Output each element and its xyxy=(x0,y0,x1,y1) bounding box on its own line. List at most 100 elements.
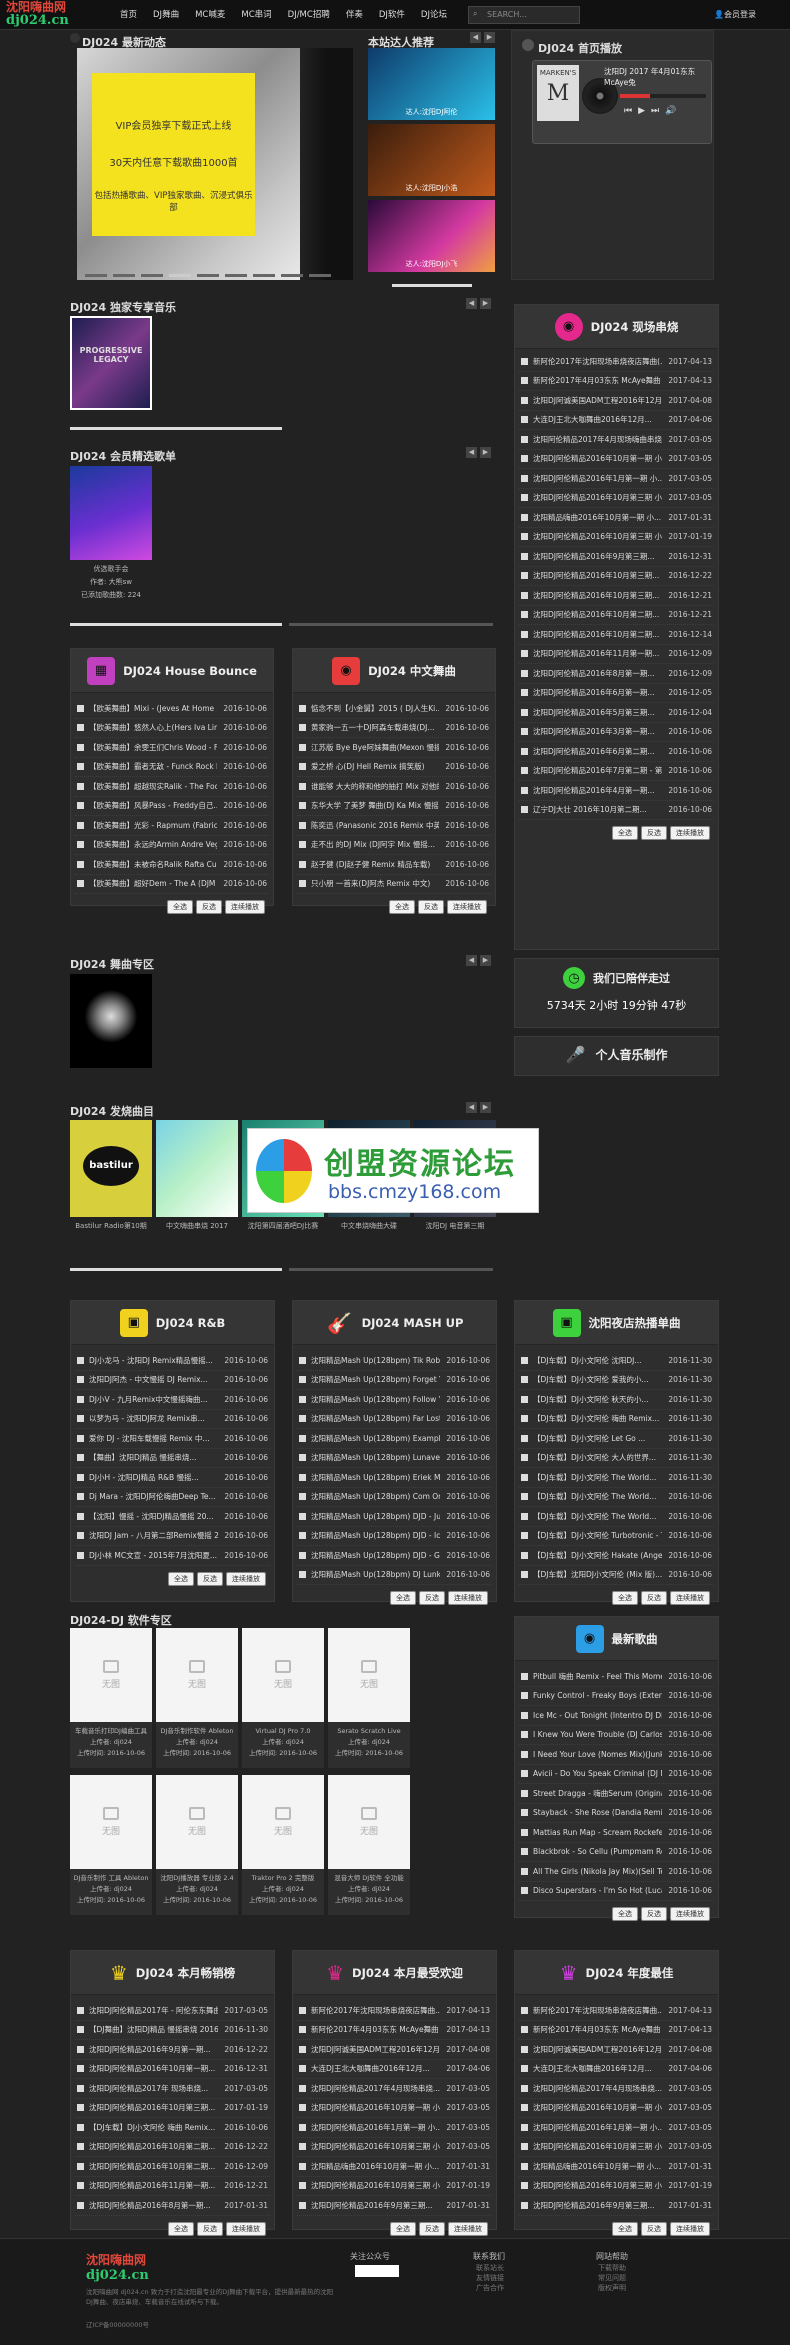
checkbox[interactable] xyxy=(77,743,84,751)
nav-dj[interactable]: DJ舞曲 xyxy=(145,8,187,22)
list-item[interactable]: 沈阳DJ阿诚美国ADM工程2016年12月... 2017-04-08 xyxy=(519,391,714,411)
checkbox[interactable] xyxy=(299,1512,306,1520)
software-name[interactable]: Virtual DJ Pro 7.0 xyxy=(242,1726,324,1737)
list-item[interactable]: Blackbrok - So Cellu (Pumpmam Remix... 20… xyxy=(519,1843,714,1862)
song-title[interactable]: 沈阳DJ阿伦精品2017年 - 阿伦东东舞曲... xyxy=(89,2005,218,2016)
list-item[interactable]: 辽宁DJ大壮 2016年10月第二期... 2016-10-06 xyxy=(519,801,714,820)
song-title[interactable]: 沈阳精品嗨曲2016年10月第一期 小... xyxy=(311,2161,440,2172)
list-item[interactable]: 沈阳精品Mash Up(128bpm) Lunavere V... 2016-10… xyxy=(297,1449,492,1468)
list-item[interactable]: 沈阳DJ阿伦精品2016年1月第一期 小... 2017-03-05 xyxy=(519,2118,714,2138)
checkbox[interactable] xyxy=(521,1551,528,1559)
checkbox[interactable] xyxy=(521,1789,528,1797)
slider-dot[interactable] xyxy=(225,274,247,277)
list-item[interactable]: 【欧美舞曲】余雯王们Chris Wood - F... 2016-10-06 xyxy=(75,738,269,758)
list-item[interactable]: 沈阳精品嗨曲2016年10月第一期 小... 2017-01-31 xyxy=(519,508,714,528)
song-title[interactable]: 沈阳精品Mash Up(128bpm) Example ... xyxy=(311,1433,440,1444)
checkbox[interactable] xyxy=(299,1395,306,1403)
list-item[interactable]: 只小朋 一首来(DJ阿杰 Remix 中文) 2016-10-06 xyxy=(297,875,491,894)
checkbox[interactable] xyxy=(77,724,84,732)
checkbox[interactable] xyxy=(77,2182,84,2190)
slider-dot[interactable] xyxy=(253,274,275,277)
next-arrow-icon[interactable]: ▶ xyxy=(480,955,491,966)
song-title[interactable]: DJ小龙马 - 沈阳DJ Remix精品慢摇... xyxy=(89,1355,218,1366)
checkbox[interactable] xyxy=(521,1473,528,1481)
checkbox[interactable] xyxy=(521,708,528,716)
song-title[interactable]: 沈阳精品Mash Up(128bpm) DJD - Jump xyxy=(311,1511,440,1522)
placeholder-image[interactable]: 无图 xyxy=(328,1628,410,1722)
song-title[interactable]: 沈阳精品嗨曲2016年10月第一期 小... xyxy=(533,2161,662,2172)
song-title[interactable]: 新阿伦2017年4月03东东 McAye舞曲 xyxy=(533,375,662,386)
slider-dot[interactable] xyxy=(281,274,303,277)
checkbox[interactable] xyxy=(77,1512,84,1520)
song-title[interactable]: 沈阳精品Mash Up(128bpm) Lunavere V... xyxy=(311,1452,440,1463)
song-title[interactable]: 【DJ车载】DJ小文阿伦 嗨曲 Remix... xyxy=(89,2122,218,2133)
checkbox[interactable] xyxy=(77,1493,84,1501)
list-item[interactable]: 东华大学 了美梦 舞曲(DJ Ka Mix 慢摇... 2016-10-06 xyxy=(297,797,491,816)
list-item[interactable]: 沈阳DJ阿伦精品2016年10月第三期... 2016-12-22 xyxy=(519,567,714,586)
checkbox[interactable] xyxy=(77,1376,84,1384)
song-title[interactable]: 【DJ车载】DJ小文阿伦 爱我的小... xyxy=(533,1374,662,1385)
checkbox[interactable] xyxy=(521,2084,528,2092)
song-title[interactable]: 沈阳DJ阿伦精品2016年10月第一期 小... xyxy=(533,453,662,464)
checkbox[interactable] xyxy=(521,1532,528,1540)
song-title[interactable]: 沈阳精品嗨曲2016年10月第一期 小... xyxy=(533,512,662,523)
search-icon[interactable]: ⌕ xyxy=(473,9,477,19)
checkbox[interactable] xyxy=(299,802,306,810)
checkbox[interactable] xyxy=(521,1356,528,1364)
song-title[interactable]: 沈阳DJ阿伦精品2017年4月现场串烧... xyxy=(533,2083,662,2094)
list-item[interactable]: 大连DJ王北大咖舞曲2016年12月... 2017-04-06 xyxy=(519,2060,714,2079)
list-item[interactable]: Stayback - She Rose (Dandia Remix)(D... 2… xyxy=(519,1804,714,1823)
list-item[interactable]: 沈阳精品Mash Up(128bpm) DJD - Ice C... 2016-1… xyxy=(297,1527,492,1546)
placeholder-image[interactable]: 无图 xyxy=(242,1775,324,1869)
checkbox[interactable] xyxy=(299,2006,306,2014)
footer-logo[interactable]: 沈阳嗨曲网 dj024.cn xyxy=(86,2251,206,2283)
list-item[interactable]: I Need Your Love (Nomes Mix)(Junksk... 20… xyxy=(519,1745,714,1765)
checkbox[interactable] xyxy=(77,2123,84,2131)
checkbox[interactable] xyxy=(521,377,528,385)
footer-link[interactable]: 联系站长 xyxy=(476,2263,504,2273)
checkbox[interactable] xyxy=(77,1434,84,1442)
checkbox[interactable] xyxy=(77,2143,84,2151)
checkbox[interactable] xyxy=(299,1434,306,1442)
placeholder-image[interactable]: 无图 xyxy=(156,1628,238,1722)
invert-select-button[interactable]: 反选 xyxy=(641,1591,667,1605)
list-item[interactable]: 沈阳DJ阿伦精品2016年11月第一期... 2016-12-21 xyxy=(75,2177,270,2196)
checkbox[interactable] xyxy=(521,2201,528,2209)
song-title[interactable]: 新阿伦2017年沈阳现场串烧夜店舞曲(... xyxy=(533,356,662,367)
song-title[interactable]: 【欧美舞曲】风暴Pass - Freddy自己... xyxy=(89,800,217,811)
checkbox[interactable] xyxy=(299,782,306,790)
song-title[interactable]: 沈阳DJ阿伦精品2016年9月第一期... xyxy=(89,2044,218,2055)
prev-arrow-icon[interactable]: ◀ xyxy=(466,447,477,458)
list-item[interactable]: 【DJ车载】DJ小文阿伦 秋天的小... 2016-11-30 xyxy=(519,1390,714,1410)
song-title[interactable]: 【DJ车载】DJ小文阿伦 Let Go ... xyxy=(533,1433,662,1444)
list-item[interactable]: 沈阳DJ阿伦精品2016年10月第一期 小... 2017-03-05 xyxy=(519,2099,714,2118)
slider-dot[interactable] xyxy=(141,274,163,277)
checkbox[interactable] xyxy=(77,2026,84,2034)
song-title[interactable]: 沈阳精品Mash Up(128bpm) Com Oma... xyxy=(311,1491,440,1502)
play-all-button[interactable]: 连续播放 xyxy=(670,826,710,840)
checkbox[interactable] xyxy=(521,2045,528,2053)
list-item[interactable]: 沈阳DJ阿伦精品2016年3月第一期... 2016-10-06 xyxy=(519,723,714,742)
list-item[interactable]: 【DJ车载】DJ小文阿伦 嗨曲 Remix... 2016-11-30 xyxy=(519,1410,714,1429)
list-item[interactable]: 沈阳DJ阿伦精品2016年9月第三期... 2016-12-31 xyxy=(519,547,714,567)
list-item[interactable]: 【欧美舞曲】风暴Pass - Freddy自己... 2016-10-06 xyxy=(75,797,269,816)
song-title[interactable]: 陈奕迅 (Panasonic 2016 Remix 中英... xyxy=(311,820,439,831)
invert-select-button[interactable]: 反选 xyxy=(641,826,667,840)
prev-arrow-icon[interactable]: ◀ xyxy=(470,32,481,43)
software-name[interactable]: 沈阳DJ播放器 专业版 2.4 xyxy=(156,1873,238,1884)
song-title[interactable]: 东华大学 了美梦 舞曲(DJ Ka Mix 慢摇... xyxy=(311,800,439,811)
nav-backing[interactable]: 伴奏 xyxy=(338,8,371,22)
software-name[interactable]: DJ音乐制作软件 Ableton xyxy=(156,1726,238,1737)
featured-caption-2[interactable]: 中文嗨曲串烧 2017 xyxy=(156,1221,238,1232)
list-item[interactable]: 沈阳DJ阿伦精品2016年11月第一期... 2016-12-09 xyxy=(519,645,714,664)
checkbox[interactable] xyxy=(77,1454,84,1462)
list-item[interactable]: 【DJ车载】DJ小文阿伦 Let Go ... 2016-11-30 xyxy=(519,1429,714,1449)
song-title[interactable]: 沈阳DJ阿伦精品2016年1月第一期 小... xyxy=(311,2122,440,2133)
song-title[interactable]: 沈阳DJ Jam - 八月第二部Remix慢摇 20... xyxy=(89,1530,218,1541)
next-arrow-icon[interactable]: ▶ xyxy=(480,1102,491,1113)
checkbox[interactable] xyxy=(299,2065,306,2073)
list-item[interactable]: 沈阳DJ阿伦精品2016年10月第三期 小... 2017-01-19 xyxy=(297,2177,492,2196)
list-item[interactable]: 沈阳DJ阿杰 - 中文慢摇 DJ Remix... 2016-10-06 xyxy=(75,1371,270,1390)
list-item[interactable]: 陈奕迅 (Panasonic 2016 Remix 中英... 2016-10-0… xyxy=(297,816,491,836)
list-item[interactable]: Mattias Run Map - Scream Rockefeller(D..… xyxy=(519,1823,714,1843)
